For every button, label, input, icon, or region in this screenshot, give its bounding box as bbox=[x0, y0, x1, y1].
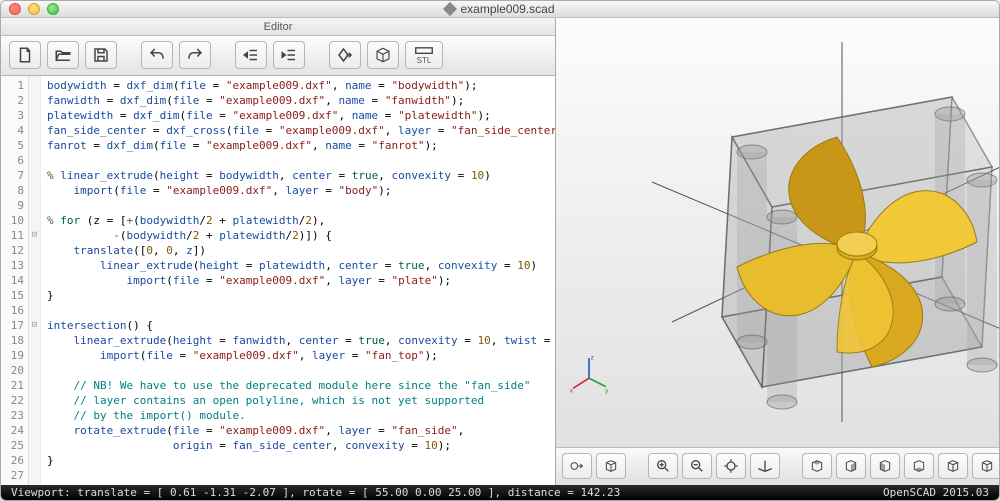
view-bottom-button[interactable] bbox=[870, 453, 900, 479]
viewer-toolbar bbox=[556, 447, 1000, 485]
preview-icon bbox=[336, 46, 354, 64]
save-icon bbox=[92, 46, 110, 64]
editor-toolbar: STL bbox=[1, 36, 555, 76]
toggle-axes-button[interactable] bbox=[750, 453, 780, 479]
indent-icon bbox=[280, 46, 298, 64]
editor-pane-title: Editor bbox=[1, 18, 555, 36]
status-left: Viewport: translate = [ 0.61 -1.31 -2.07… bbox=[11, 486, 620, 499]
code-content[interactable]: bodywidth = dxf_dim(file = "example009.d… bbox=[41, 76, 555, 485]
render-button[interactable] bbox=[367, 41, 399, 69]
zoom-in-button[interactable] bbox=[648, 453, 678, 479]
cube-face-icon bbox=[809, 458, 825, 474]
redo-icon bbox=[186, 46, 204, 64]
svg-text:y: y bbox=[605, 387, 609, 394]
view-left-button[interactable] bbox=[904, 453, 934, 479]
svg-text:x: x bbox=[570, 387, 574, 394]
vt-render-button[interactable] bbox=[596, 453, 626, 479]
axes-icon bbox=[757, 458, 773, 474]
axis-gizmo: z y x bbox=[568, 353, 610, 395]
cube-icon bbox=[603, 458, 619, 474]
undo-icon bbox=[148, 46, 166, 64]
export-stl-button[interactable]: STL bbox=[405, 41, 443, 69]
cube-face-icon bbox=[877, 458, 893, 474]
minimize-button[interactable] bbox=[28, 3, 40, 15]
file-new-icon bbox=[16, 46, 34, 64]
view-front-button[interactable] bbox=[938, 453, 968, 479]
zoom-fit-button[interactable] bbox=[716, 453, 746, 479]
window-title: example009.scad bbox=[1, 2, 999, 16]
stl-label: STL bbox=[417, 56, 432, 65]
statusbar: Viewport: translate = [ 0.61 -1.31 -2.07… bbox=[1, 485, 999, 500]
zoom-fit-icon bbox=[723, 458, 739, 474]
preview-icon bbox=[569, 458, 585, 474]
cube-face-icon bbox=[945, 458, 961, 474]
editor-pane: Editor STL bbox=[1, 18, 556, 485]
svg-text:z: z bbox=[591, 355, 595, 362]
cube-face-icon bbox=[843, 458, 859, 474]
fold-gutter[interactable]: ⊟ ⊟ bbox=[29, 76, 41, 485]
line-number-gutter: 1 2 3 4 5 6 7 8 9 10 11 12 13 14 15 16 1… bbox=[1, 76, 29, 485]
preview-button[interactable] bbox=[329, 41, 361, 69]
traffic-lights bbox=[9, 3, 59, 15]
unindent-button[interactable] bbox=[235, 41, 267, 69]
app-window: example009.scad Editor bbox=[0, 0, 1000, 501]
unindent-icon bbox=[242, 46, 260, 64]
open-button[interactable] bbox=[47, 41, 79, 69]
cube-face-icon bbox=[911, 458, 927, 474]
zoom-out-button[interactable] bbox=[682, 453, 712, 479]
view-right-button[interactable] bbox=[802, 453, 832, 479]
status-right: OpenSCAD 2015.03 bbox=[883, 486, 989, 499]
close-button[interactable] bbox=[9, 3, 21, 15]
vt-preview-button[interactable] bbox=[562, 453, 592, 479]
viewer-pane: z y x bbox=[556, 18, 1000, 485]
cube-wire-icon bbox=[979, 458, 995, 474]
undo-button[interactable] bbox=[141, 41, 173, 69]
zoom-out-icon bbox=[689, 458, 705, 474]
view-top-button[interactable] bbox=[836, 453, 866, 479]
view-back-button[interactable] bbox=[972, 453, 1000, 479]
model-render bbox=[632, 42, 1000, 422]
cube-icon bbox=[374, 46, 392, 64]
window-title-text: example009.scad bbox=[460, 2, 554, 16]
document-proxy-icon bbox=[443, 2, 457, 16]
save-button[interactable] bbox=[85, 41, 117, 69]
new-button[interactable] bbox=[9, 41, 41, 69]
folder-open-icon bbox=[54, 46, 72, 64]
redo-button[interactable] bbox=[179, 41, 211, 69]
code-editor[interactable]: 1 2 3 4 5 6 7 8 9 10 11 12 13 14 15 16 1… bbox=[1, 76, 555, 485]
main-area: Editor STL bbox=[1, 18, 999, 485]
indent-button[interactable] bbox=[273, 41, 305, 69]
export-icon bbox=[413, 45, 435, 56]
viewer-canvas[interactable]: z y x bbox=[556, 18, 1000, 447]
titlebar: example009.scad bbox=[1, 1, 999, 18]
zoom-button[interactable] bbox=[47, 3, 59, 15]
zoom-in-icon bbox=[655, 458, 671, 474]
